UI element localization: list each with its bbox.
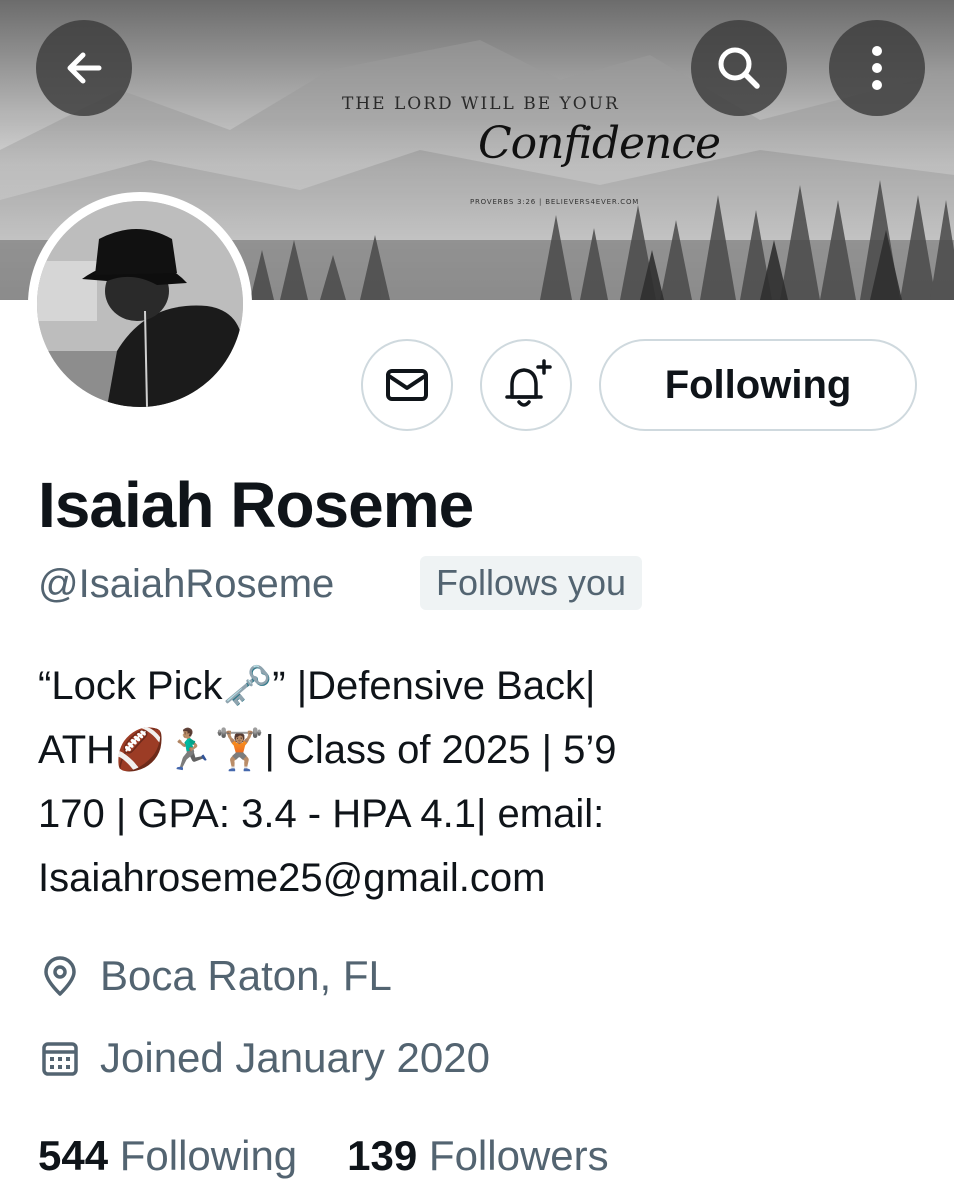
search-icon [718,47,760,89]
followers-stat[interactable]: 139 Followers [347,1132,608,1180]
following-stat-label: Following [119,1132,298,1179]
more-options-button[interactable] [829,20,925,116]
follows-you-badge: Follows you [420,556,643,610]
avatar-image [37,201,243,407]
following-count: 544 [38,1132,109,1179]
banner-quote-script: Confidence [478,118,721,169]
profile-location: Boca Raton, FL [38,952,392,1000]
followers-count: 139 [347,1132,418,1179]
display-name: Isaiah Roseme [38,469,474,541]
search-button[interactable] [691,20,787,116]
envelope-icon [386,369,428,401]
back-button[interactable] [36,20,132,116]
location-pin-icon [44,956,76,996]
follow-stats: 544 Following 139 Followers [38,1132,659,1180]
profile-bio: “Lock Pick🗝️” |Defensive Back| ATH🏈🏃🏽‍♂️… [38,654,938,910]
joined-text: Joined January 2020 [100,1034,490,1081]
message-button[interactable] [361,339,453,431]
user-handle: @IsaiahRoseme [38,562,335,606]
profile-avatar[interactable] [28,192,252,416]
followers-stat-label: Followers [428,1132,609,1179]
bio-line-1: “Lock Pick🗝️” |Defensive Back| [38,664,596,708]
more-vertical-icon [872,46,882,90]
bio-line-2: ATH🏈🏃🏽‍♂️🏋🏽| Class of 2025 | 5’9 [38,728,617,772]
notifications-button[interactable] [480,339,572,431]
profile-joined-date: Joined January 2020 [38,1034,490,1082]
following-stat[interactable]: 544 Following [38,1132,297,1180]
bell-plus-icon [505,359,552,407]
avatar-photo [37,201,243,407]
calendar-icon [42,1042,78,1076]
location-text: Boca Raton, FL [100,952,392,999]
arrow-left-icon [67,52,102,84]
bio-line-4[interactable]: Isaiahroseme25@gmail.com [38,846,938,910]
banner-quote-line1: THE LORD WILL BE YOUR [342,94,620,114]
following-button[interactable]: Following [599,339,917,431]
bio-line-3: 170 | GPA: 3.4 - HPA 4.1| email: [38,792,605,836]
banner-quote-reference: PROVERBS 3:26 | BELIEVERS4EVER.COM [470,198,640,206]
